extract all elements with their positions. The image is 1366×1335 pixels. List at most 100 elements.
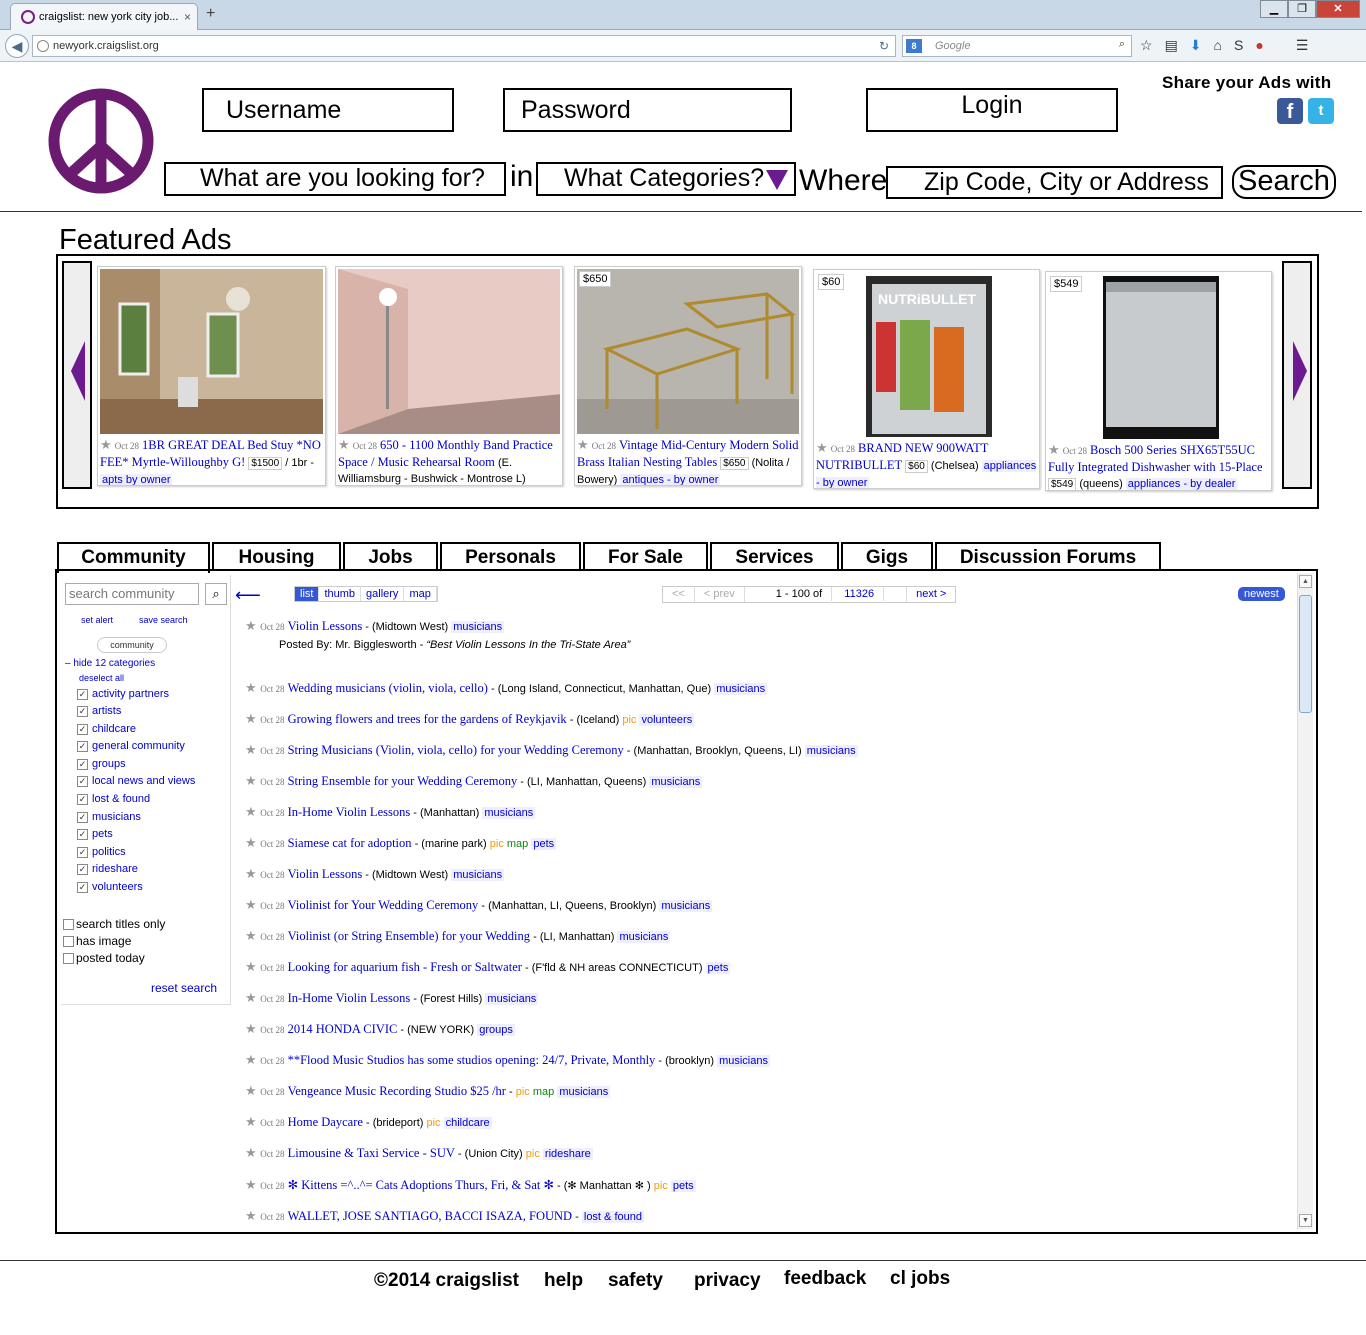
favorite-star-icon[interactable]: ★ xyxy=(245,1052,260,1067)
post-category-link[interactable]: musicians xyxy=(451,869,505,881)
list-item[interactable]: ★ Oct 28 ✻ Kittens =^..^= Cats Adoptions… xyxy=(245,1177,696,1193)
category-checkbox[interactable]: ✓ general community xyxy=(77,740,185,752)
category-checkbox[interactable]: ✓ local news and views xyxy=(77,775,195,787)
featured-card[interactable]: NUTRiBULLET $60 ★ Oct 28 BRAND NEW 900WA… xyxy=(813,269,1040,489)
location-input[interactable]: Zip Code, City or Address xyxy=(886,166,1223,199)
post-category-link[interactable]: musicians xyxy=(482,807,536,819)
adblock-icon[interactable]: ● xyxy=(1255,37,1263,54)
tab-personals[interactable]: Personals xyxy=(440,542,581,571)
reload-icon[interactable]: ↻ xyxy=(879,39,889,53)
category-checkbox[interactable]: ✓ volunteers xyxy=(77,881,143,893)
post-category-link[interactable]: musicians xyxy=(659,900,713,912)
featured-card[interactable]: $549 ★ Oct 28 Bosch 500 Series SHX65T55U… xyxy=(1045,271,1272,491)
prev-page-button[interactable]: < prev xyxy=(695,587,745,602)
post-title-link[interactable]: Looking for aquarium fish - Fresh or Sal… xyxy=(288,960,522,974)
twitter-icon[interactable]: t xyxy=(1308,98,1334,124)
favorite-star-icon[interactable]: ★ xyxy=(577,437,589,452)
post-title-link[interactable]: In-Home Violin Lessons xyxy=(288,991,411,1005)
category-checkbox[interactable]: ✓ groups xyxy=(77,758,126,770)
tab-close-icon[interactable]: × xyxy=(184,10,191,24)
favorite-star-icon[interactable]: ★ xyxy=(245,990,260,1005)
post-map-link[interactable]: map xyxy=(533,1086,554,1098)
favorite-star-icon[interactable]: ★ xyxy=(245,711,260,726)
post-category-link[interactable]: pets xyxy=(705,962,731,974)
view-gallery-button[interactable]: gallery xyxy=(361,587,405,601)
keyword-search-input[interactable]: What are you looking for? xyxy=(164,162,506,196)
list-item[interactable]: ★ Oct 28 Growing flowers and trees for t… xyxy=(245,711,695,727)
reset-search-link[interactable]: reset search xyxy=(151,981,217,995)
favorite-star-icon[interactable]: ★ xyxy=(245,897,260,912)
back-arrow-icon[interactable]: ⟵ xyxy=(235,585,261,606)
post-title-link[interactable]: Violinist (or String Ensemble) for your … xyxy=(288,929,530,943)
list-item[interactable]: ★ Oct 28 String Musicians (Violin, viola… xyxy=(245,742,858,758)
scroll-down-icon[interactable]: ▼ xyxy=(1299,1214,1312,1227)
post-title-link[interactable]: Violin Lessons xyxy=(288,619,363,633)
post-title-link[interactable]: Violin Lessons xyxy=(288,867,363,881)
list-item[interactable]: ★ Oct 28 Home Daycare - (brideport) pic … xyxy=(245,1114,492,1130)
post-category-link[interactable]: pets xyxy=(670,1180,696,1192)
favorite-star-icon[interactable]: ★ xyxy=(1048,442,1060,457)
carousel-prev-button[interactable] xyxy=(62,261,92,489)
listing-photo[interactable] xyxy=(338,269,560,434)
list-item[interactable]: ★ Oct 28 Wedding musicians (violin, viol… xyxy=(245,680,768,696)
card-category-link[interactable]: apts by owner xyxy=(100,474,173,485)
list-item[interactable]: ★ Oct 28 Violinist for Your Wedding Cere… xyxy=(245,897,713,913)
category-checkbox[interactable]: ✓ childcare xyxy=(77,723,136,735)
post-title-link[interactable]: String Ensemble for your Wedding Ceremon… xyxy=(288,774,518,788)
close-window-button[interactable]: ✕ xyxy=(1316,0,1360,18)
featured-card[interactable]: ★ Oct 28 1BR GREAT DEAL Bed Stuy *NO FEE… xyxy=(97,266,326,486)
post-title-link[interactable]: Wedding musicians (violin, viola, cello) xyxy=(288,681,488,695)
category-checkbox[interactable]: ✓ artists xyxy=(77,705,121,717)
view-thumb-button[interactable]: thumb xyxy=(319,587,362,601)
featured-card[interactable]: $650 ★ Oct 28 Vintage Mid-Century Modern… xyxy=(574,266,802,486)
browser-search-input[interactable]: 8 Google ⌕ xyxy=(902,35,1132,57)
post-title-link[interactable]: Home Daycare xyxy=(288,1115,363,1129)
card-category-link[interactable]: antiques - by owner xyxy=(620,474,721,485)
favorite-star-icon[interactable]: ★ xyxy=(245,866,260,881)
home-icon[interactable]: ⌂ xyxy=(1214,37,1222,54)
back-button[interactable]: ◀ xyxy=(5,34,29,58)
post-category-link[interactable]: musicians xyxy=(451,621,505,633)
facebook-icon[interactable]: f xyxy=(1277,98,1303,124)
listing-photo[interactable] xyxy=(1048,274,1269,439)
category-checkbox[interactable]: ✓ rideshare xyxy=(77,863,138,875)
category-checkbox[interactable]: ✓ politics xyxy=(77,846,126,858)
carousel-next-button[interactable] xyxy=(1282,261,1312,489)
listing-photo[interactable] xyxy=(577,269,799,434)
post-category-link[interactable]: childcare xyxy=(443,1117,492,1129)
favorite-star-icon[interactable]: ★ xyxy=(100,437,112,452)
favorite-star-icon[interactable]: ★ xyxy=(245,1083,260,1098)
hide-categories-link[interactable]: – hide 12 categories xyxy=(65,658,155,669)
list-item[interactable]: ★ Oct 28 Violinist (or String Ensemble) … xyxy=(245,928,671,944)
footer-feedback-link[interactable]: feedback xyxy=(784,1268,866,1290)
list-item[interactable]: ★ Oct 28 In-Home Violin Lessons - (Fores… xyxy=(245,990,539,1006)
dropdown-arrow-icon[interactable] xyxy=(766,170,788,190)
post-category-link[interactable]: musicians xyxy=(617,931,671,943)
favorite-star-icon[interactable]: ★ xyxy=(245,680,260,695)
favorite-star-icon[interactable]: ★ xyxy=(245,928,260,943)
scroll-up-icon[interactable]: ▲ xyxy=(1299,575,1312,588)
list-item[interactable]: ★ Oct 28 Siamese cat for adoption - (mar… xyxy=(245,835,557,851)
post-title-link[interactable]: ✻ Kittens =^..^= Cats Adoptions Thurs, F… xyxy=(288,1178,554,1192)
login-button[interactable]: Login xyxy=(866,88,1118,132)
category-dropdown[interactable]: What Categories? xyxy=(536,162,796,196)
favorite-star-icon[interactable]: ★ xyxy=(338,437,350,452)
tab-discussion-forums[interactable]: Discussion Forums xyxy=(935,542,1161,571)
favorite-star-icon[interactable]: ★ xyxy=(245,1021,260,1036)
tab-housing[interactable]: Housing xyxy=(212,542,341,571)
favorite-star-icon[interactable]: ★ xyxy=(245,1208,260,1223)
tab-services[interactable]: Services xyxy=(710,542,839,571)
post-category-link[interactable]: musicians xyxy=(717,1055,770,1067)
post-category-link[interactable]: musicians xyxy=(649,776,703,788)
community-search-input[interactable]: search community xyxy=(65,583,199,605)
post-title-link[interactable]: WALLET, JOSE SANTIAGO, BACCI ISAZA, FOUN… xyxy=(288,1209,573,1223)
footer-help-link[interactable]: help xyxy=(544,1270,583,1292)
list-item[interactable]: ★ Oct 28 Violin Lessons - (Midtown West)… xyxy=(245,618,505,634)
post-title-link[interactable]: Growing flowers and trees for the garden… xyxy=(288,712,567,726)
password-field[interactable]: Password xyxy=(503,88,792,132)
favorite-star-icon[interactable]: ★ xyxy=(245,742,260,757)
bookmarks-list-icon[interactable]: ▤ xyxy=(1165,37,1178,54)
scrollbar[interactable]: ▲ ▼ xyxy=(1297,573,1313,1229)
category-checkbox[interactable]: ✓ lost & found xyxy=(77,793,150,805)
post-category-link[interactable]: musicians xyxy=(557,1086,611,1098)
